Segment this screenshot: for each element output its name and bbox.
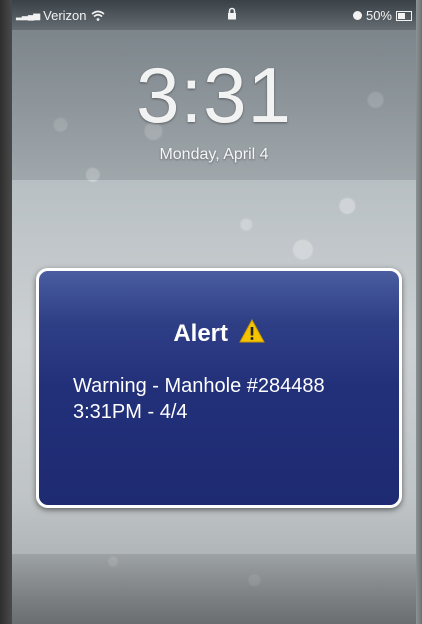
- wifi-icon: [91, 10, 105, 21]
- battery-group: 50%: [352, 8, 412, 23]
- carrier-name: Verizon: [43, 8, 87, 23]
- alert-message-line2: 3:31PM - 4/4: [73, 401, 188, 423]
- alert-dialog[interactable]: Alert Warning - Manhole #284488 3:31PM -…: [36, 268, 402, 508]
- battery-percent: 50%: [365, 8, 392, 23]
- carrier-group: ▂▃▄▅ Verizon: [16, 8, 105, 23]
- status-bar: ▂▃▄▅ Verizon 50%: [12, 0, 416, 30]
- warning-icon: [238, 318, 265, 350]
- clock-time: 3:31: [136, 51, 292, 139]
- clock-date: Monday, April 4: [159, 146, 269, 163]
- alert-title: Alert: [173, 320, 228, 347]
- alert-title-row: Alert: [39, 318, 399, 350]
- phone-bezel-right: [416, 0, 422, 624]
- phone-screen: ▂▃▄▅ Verizon 50% 3:31 Monday, April 4 Al…: [0, 0, 422, 624]
- battery-icon: [396, 10, 412, 21]
- lock-icon: [227, 7, 237, 23]
- alert-message-line1: Warning - Manhole #284488: [73, 375, 325, 397]
- phone-bezel-left: [0, 0, 12, 624]
- alarm-icon: [352, 11, 362, 20]
- signal-icon: ▂▃▄▅: [16, 10, 40, 20]
- alert-message: Warning - Manhole #284488 3:31PM - 4/4: [73, 373, 389, 425]
- bottom-bar: [12, 554, 416, 624]
